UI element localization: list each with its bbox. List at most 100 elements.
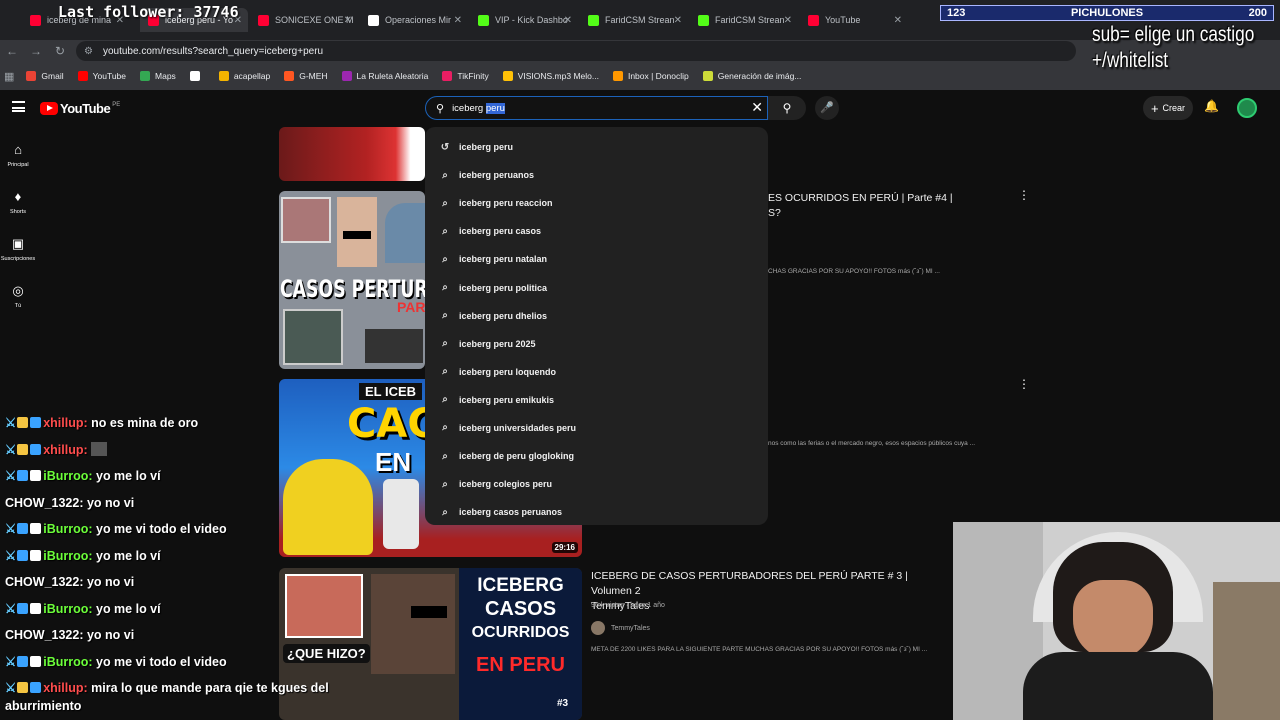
channel-row[interactable]: TemmyTales (591, 621, 650, 635)
bookmark-item[interactable]: Maps (140, 71, 176, 81)
result-title-1[interactable]: ES OCURRIDOS EN PERÚ | Parte #4 | S? (768, 191, 958, 221)
suggestion-text: iceberg casos peruanos (459, 507, 563, 518)
chat-badge-icon (30, 443, 42, 455)
search-suggestion[interactable]: ⌕ iceberg universidades peru (425, 414, 768, 442)
thumb-headline-3: OCURRIDOS (471, 624, 570, 641)
channel-name: TemmyTales (611, 624, 650, 632)
stream-chat-overlay: ⚔ xhillup: no es mina de oro ⚔ xhillup: ⚔ iB… (5, 410, 385, 715)
bookmark-favicon-icon (140, 71, 151, 81)
chat-badge-icon (30, 523, 42, 534)
chat-separator: : (79, 495, 87, 510)
search-icon: ⌕ (442, 450, 448, 462)
chat-emote-image (91, 441, 108, 456)
search-suggestion[interactable]: ⌕ iceberg peru politica (425, 273, 768, 301)
search-suggestion[interactable]: ⌕ iceberg peru dhelios (425, 302, 768, 330)
bookmark-favicon-icon (612, 71, 623, 81)
suggestion-text: iceberg universidades peru (459, 422, 577, 433)
back-icon[interactable]: ← (0, 44, 24, 58)
chat-text: yo no vi (86, 575, 135, 589)
result-thumbnail-partial[interactable] (279, 127, 425, 181)
result-thumbnail-1[interactable]: CASOS PERTUR PAR (279, 191, 425, 369)
guide-item[interactable]: ◎ Tú (0, 279, 36, 326)
bookmark-item[interactable]: Generación de imág... (702, 71, 801, 81)
search-suggestion[interactable]: ⌕ iceberg peru casos (425, 217, 768, 245)
menu-icon[interactable] (12, 101, 25, 112)
webcam-wall (1213, 582, 1280, 720)
tab-close-icon[interactable]: ✕ (894, 15, 902, 26)
chat-text: no es mina de oro (91, 416, 199, 430)
search-suggestion[interactable]: ⌕ iceberg peru loquendo (425, 358, 768, 386)
tab-title: Operaciones Mir (385, 15, 452, 25)
address-bar[interactable]: ⚙ youtube.com/results?search_query=icebe… (76, 41, 1076, 61)
chat-separator: : (79, 575, 87, 589)
search-icon: ⚲ (436, 102, 445, 115)
bookmark-item[interactable]: VISIONS.mp3 Melo... (502, 71, 599, 81)
bookmark-item[interactable]: Gmail (26, 71, 64, 81)
bookmark-item[interactable]: acapellap (218, 71, 270, 81)
thumb-headline-2: CASOS (484, 598, 557, 620)
tab-close-icon[interactable]: ✕ (674, 15, 682, 26)
bookmark-label: YouTube (92, 71, 127, 81)
thumb-photo (281, 197, 331, 243)
search-suggestion[interactable]: ⌕ iceberg casos peruanos (425, 498, 768, 526)
apps-icon[interactable]: ▦ (4, 70, 14, 83)
browser-tab[interactable]: YouTube ✕ (800, 8, 908, 32)
reload-icon[interactable]: ↻ (48, 44, 72, 58)
site-info-icon[interactable]: ⚙ (84, 46, 93, 57)
guide-item[interactable]: ⌂ Principal (0, 138, 36, 185)
sword-badge-icon: ⚔ (5, 469, 17, 483)
more-options-icon[interactable]: ⋮ (1018, 188, 1030, 202)
sub-reward-line-2: +/whitelist (1092, 49, 1169, 72)
bookmark-item[interactable] (189, 71, 205, 81)
search-suggestion[interactable]: ⌕ iceberg peru emikukis (425, 386, 768, 414)
tab-close-icon[interactable]: ✕ (454, 15, 462, 26)
guide-item-label: Principal (7, 162, 29, 168)
browser-tab[interactable]: FaridCSM Strean ✕ (690, 8, 798, 32)
clear-search-icon[interactable]: ✕ (751, 99, 763, 116)
tab-close-icon[interactable]: ✕ (564, 15, 572, 26)
browser-tab[interactable]: SONICEXE ONE M ✕ (250, 8, 358, 32)
search-input[interactable]: ⚲ iceberg peru ✕ (425, 96, 768, 120)
tab-title: VIP - Kick Dashbo (495, 15, 568, 25)
tab-close-icon[interactable]: ✕ (784, 15, 792, 26)
channel-avatar (591, 621, 605, 635)
more-options-icon[interactable]: ⋮ (1018, 377, 1030, 391)
bookmark-favicon-icon (218, 71, 229, 81)
browser-toolbar: ← → ↻ ⚙ youtube.com/results?search_query… (0, 40, 1280, 62)
search-suggestion[interactable]: ⌕ iceberg de peru glogloking (425, 442, 768, 470)
bookmark-item[interactable]: TikFinity (442, 71, 489, 81)
thumb-photo (365, 329, 423, 363)
guide-item-label: Suscripciones (0, 256, 36, 262)
chat-username: xhillup (43, 681, 84, 695)
search-suggestion[interactable]: ↺ iceberg peru (425, 133, 768, 161)
search-suggestion[interactable]: ⌕ iceberg peru 2025 (425, 330, 768, 358)
bookmark-item[interactable]: Inbox | Donoclip (612, 71, 689, 81)
bookmark-item[interactable]: G-MEH (284, 71, 328, 81)
search-icon: ⌕ (442, 310, 448, 322)
search-suggestion[interactable]: ⌕ iceberg colegios peru (425, 470, 768, 498)
bookmark-item[interactable]: La Ruleta Aleatoria (341, 71, 428, 81)
account-avatar[interactable] (1237, 98, 1257, 118)
subscriptions-icon: ▣ (11, 236, 25, 251)
guide-item[interactable]: ▣ Suscripciones (0, 232, 36, 279)
chat-message: ⚔ iBurroo: yo me vi todo el video (5, 516, 385, 543)
search-suggestion[interactable]: ⌕ iceberg peruanos (425, 161, 768, 189)
tab-close-icon[interactable]: ✕ (344, 15, 352, 26)
chat-separator: : (83, 442, 92, 457)
youtube-logo[interactable]: YouTube PE (40, 101, 120, 116)
sword-badge-icon: ⚔ (5, 681, 17, 695)
create-label: Crear (1162, 103, 1186, 113)
search-suggestion[interactable]: ⌕ iceberg peru reaccion (425, 189, 768, 217)
browser-tab[interactable]: FaridCSM Strean ✕ (580, 8, 688, 32)
search-button[interactable]: ⚲ (768, 96, 806, 120)
forward-icon[interactable]: → (24, 44, 48, 58)
browser-tab[interactable]: VIP - Kick Dashbo ✕ (470, 8, 578, 32)
browser-tab[interactable]: Operaciones Mir ✕ (360, 8, 468, 32)
search-suggestion[interactable]: ⌕ iceberg peru natalan (425, 245, 768, 273)
chat-username: iBurroo (43, 522, 89, 536)
guide-item[interactable]: ♦ Shorts (0, 185, 36, 232)
voice-search-icon[interactable]: 🎤 (815, 96, 839, 120)
notifications-bell-icon[interactable]: 🔔 (1204, 99, 1219, 113)
create-button[interactable]: + Crear (1143, 96, 1193, 120)
bookmark-item[interactable]: YouTube (77, 71, 127, 81)
